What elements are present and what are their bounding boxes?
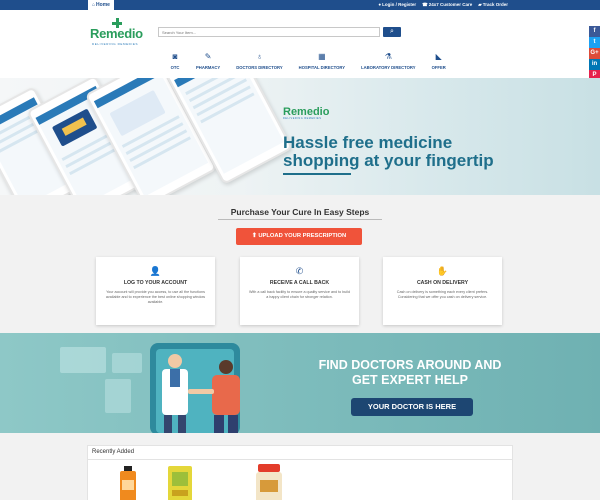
upload-prescription-button[interactable]: ⬆ UPLOAD YOUR PRESCRIPTION — [236, 228, 362, 245]
hospital-icon: ▦ — [318, 52, 326, 61]
top-links: ●Login / Register ☎24x7 Customer Care ▰T… — [378, 0, 508, 10]
hero-title: Hassle free medicine shopping at your fi… — [283, 134, 494, 170]
doctor-illustration — [60, 343, 240, 433]
hero-divider — [283, 173, 351, 175]
nav-label-otc: OTC — [170, 65, 180, 70]
login-register-link[interactable]: ●Login / Register — [378, 0, 416, 10]
home-tab[interactable]: ⌂Home — [88, 0, 114, 10]
nav-label-pharmacy: PHARMACY — [196, 65, 221, 70]
nav-label-offer: OFFER — [431, 65, 446, 70]
track-order-link[interactable]: ▰Track Order — [478, 0, 508, 10]
login-register-label: Login / Register — [382, 2, 417, 7]
header: Remedio DELIVERING REMEDIES ⌕ ◙ OTC ✎ PH… — [0, 10, 600, 78]
your-doctor-button[interactable]: YOUR DOCTOR IS HERE — [351, 398, 473, 416]
nav-item-doctors-directory[interactable]: ♁ DOCTORS DIRECTORY — [236, 52, 282, 70]
top-bar: ⌂Home ●Login / Register ☎24x7 Customer C… — [0, 0, 600, 10]
category-nav: ◙ OTC ✎ PHARMACY ♁ DOCTORS DIRECTORY ▦ H… — [162, 52, 454, 70]
logo-tagline: DELIVERING REMEDIES — [92, 42, 139, 46]
step-card-login: 👤 LOG TO YOUR ACCOUNT Your account will … — [96, 257, 215, 325]
doctor-banner-title: FIND DOCTORS AROUND AND GET EXPERT HELP — [290, 358, 530, 388]
hero-banner: Remedio DELIVERING REMEDIES Hassle free … — [0, 78, 600, 195]
step-card-cod: ✋ CASH ON DELIVERY Cash on delivery is s… — [383, 257, 502, 325]
site-logo[interactable]: Remedio DELIVERING REMEDIES — [90, 18, 146, 48]
pill-icon: ✎ — [204, 52, 212, 61]
search-icon: ⌕ — [390, 28, 394, 35]
recently-added-title: Recently Added — [92, 449, 135, 455]
search-input[interactable] — [158, 27, 380, 37]
step-card-callback: ✆ RECEIVE A CALL BACK With a call back f… — [240, 257, 359, 325]
doctor-banner: FIND DOCTORS AROUND AND GET EXPERT HELP — [0, 333, 600, 433]
truck-icon: ▰ — [478, 2, 482, 7]
product-jar — [256, 464, 282, 500]
steps-title: Purchase Your Cure In Easy Steps — [230, 207, 370, 217]
home-icon: ⌂ — [92, 2, 96, 8]
social-share-bar: f t G+ in P — [589, 26, 600, 81]
product-bottle-orange — [120, 466, 136, 500]
steps-divider — [218, 219, 382, 220]
product-thumbnails — [120, 464, 282, 500]
step-card-desc: With a call back facility to ensure a qu… — [248, 290, 351, 300]
nav-item-otc[interactable]: ◙ OTC — [170, 52, 180, 70]
nav-item-offer[interactable]: ◣ OFFER — [432, 52, 446, 70]
nav-label-doctors-directory: DOCTORS DIRECTORY — [236, 65, 283, 70]
phone-icon: ☎ — [422, 2, 428, 7]
hero-logo: Remedio DELIVERING REMEDIES — [283, 106, 329, 120]
nav-item-pharmacy[interactable]: ✎ PHARMACY — [196, 52, 220, 70]
step-card-title: CASH ON DELIVERY — [416, 280, 469, 286]
customer-care-label: 24x7 Customer Care — [428, 2, 473, 7]
product-box-yellow — [168, 466, 192, 500]
linkedin-icon[interactable]: in — [589, 59, 600, 70]
nav-item-laboratory-directory[interactable]: ⚗ LABORATORY DIRECTORY — [361, 52, 416, 70]
step-card-desc: Cash on delivery is something each every… — [396, 290, 489, 300]
google-plus-icon[interactable]: G+ — [589, 48, 600, 59]
nav-item-hospital-directory[interactable]: ▦ HOSPITAL DIRECTORY — [299, 52, 345, 70]
flask-icon: ⚗ — [384, 52, 392, 61]
upload-prescription-label: UPLOAD YOUR PRESCRIPTION — [258, 233, 347, 239]
hero-title-line1: Hassle free medicine — [283, 133, 453, 152]
logo-word: Remedio — [90, 26, 143, 41]
search-button[interactable]: ⌕ — [383, 27, 401, 37]
camera-icon: ◙ — [172, 52, 178, 61]
user-lock-icon: 👤 — [149, 266, 162, 276]
step-card-desc: Your account will provide you access, to… — [105, 290, 206, 305]
twitter-icon[interactable]: t — [589, 37, 600, 48]
nav-label-hospital-directory: HOSPITAL DIRECTORY — [298, 65, 346, 70]
doctor-banner-line2: GET EXPERT HELP — [352, 373, 468, 387]
nav-label-laboratory-directory: LABORATORY DIRECTORY — [361, 65, 416, 70]
track-order-label: Track Order — [482, 2, 508, 7]
facebook-icon[interactable]: f — [589, 26, 600, 37]
customer-care-link[interactable]: ☎24x7 Customer Care — [422, 0, 472, 10]
step-card-title: RECEIVE A CALL BACK — [269, 280, 330, 286]
user-icon: ● — [378, 2, 382, 7]
recently-added-section: Recently Added — [87, 445, 513, 500]
hero-title-line2: shopping at your fingertip — [283, 151, 494, 170]
doctor-banner-line1: FIND DOCTORS AROUND AND — [318, 358, 502, 372]
home-tab-label: Home — [96, 2, 110, 8]
hand-money-icon: ✋ — [436, 266, 449, 276]
step-card-title: LOG TO YOUR ACCOUNT — [123, 280, 188, 286]
megaphone-icon: ◣ — [435, 52, 442, 61]
phone-call-icon: ✆ — [295, 266, 304, 276]
stethoscope-icon: ♁ — [256, 52, 263, 61]
